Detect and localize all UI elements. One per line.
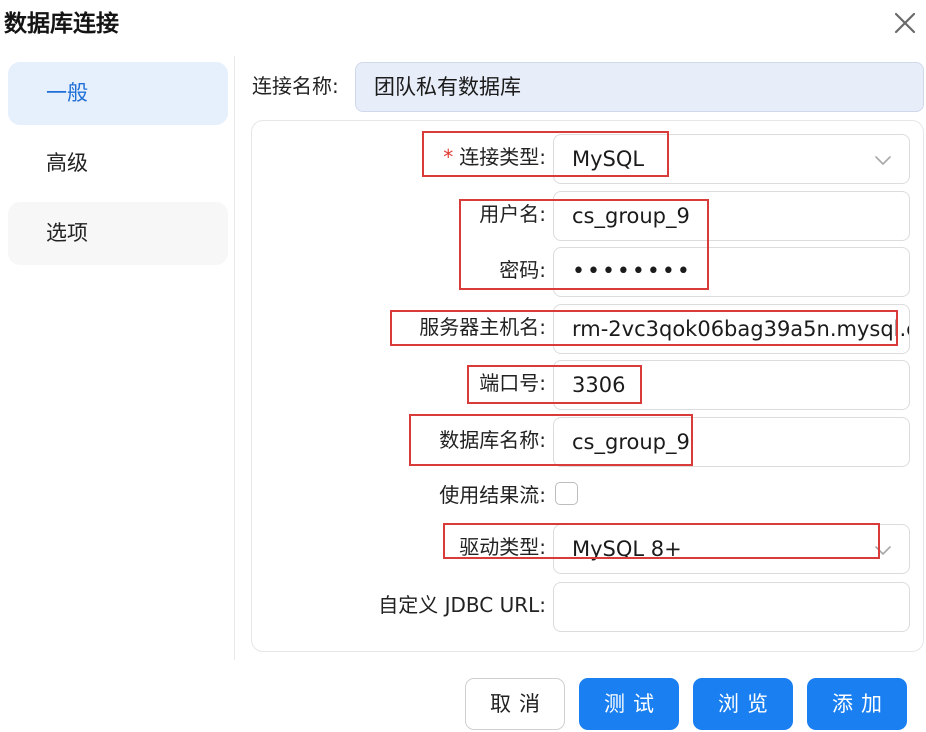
dialog-title: 数据库连接	[4, 11, 119, 37]
database-name-input[interactable]: cs_group_9	[553, 417, 910, 467]
password-input[interactable]: ••••••••	[553, 247, 910, 297]
host-input[interactable]: rm-2vc3qok06bag39a5n.mysql.c	[553, 304, 910, 354]
chevron-down-icon	[873, 540, 893, 560]
result-stream-checkbox[interactable]	[555, 482, 578, 505]
close-icon	[894, 12, 916, 34]
chevron-down-icon	[873, 150, 893, 170]
username-input[interactable]: cs_group_9	[553, 191, 910, 241]
connection-name-label: 连接名称:	[252, 74, 339, 98]
nav-item-options[interactable]: 选项	[8, 202, 228, 265]
jdbc-url-input[interactable]	[553, 582, 910, 632]
driver-type-select[interactable]: MySQL 8+	[553, 524, 910, 574]
nav-divider	[234, 56, 235, 660]
driver-type-label: 驱动类型:	[459, 535, 546, 559]
add-button[interactable]: 添加	[807, 678, 907, 730]
password-label: 密码:	[499, 258, 546, 282]
host-label: 服务器主机名:	[419, 315, 546, 339]
connection-name-input[interactable]: 团队私有数据库	[355, 62, 924, 112]
required-mark: *	[443, 145, 454, 169]
username-label: 用户名:	[479, 202, 546, 226]
close-button[interactable]	[890, 8, 920, 38]
browse-button[interactable]: 浏览	[693, 678, 793, 730]
driver-type-value: MySQL 8+	[572, 537, 682, 561]
connection-type-label-text: 连接类型:	[459, 145, 546, 169]
result-stream-label: 使用结果流:	[439, 483, 546, 507]
database-name-label: 数据库名称:	[439, 428, 546, 452]
test-button[interactable]: 测试	[579, 678, 679, 730]
cancel-button[interactable]: 取消	[465, 678, 565, 730]
connection-type-select[interactable]: MySQL	[553, 134, 910, 184]
port-input[interactable]: 3306	[553, 360, 910, 410]
nav-item-advanced[interactable]: 高级	[8, 132, 228, 195]
jdbc-url-label: 自定义 JDBC URL:	[378, 593, 546, 617]
nav-item-general[interactable]: 一般	[8, 62, 228, 125]
connection-type-value: MySQL	[572, 147, 645, 171]
port-label: 端口号:	[479, 371, 546, 395]
connection-type-label: * 连接类型:	[443, 143, 546, 171]
